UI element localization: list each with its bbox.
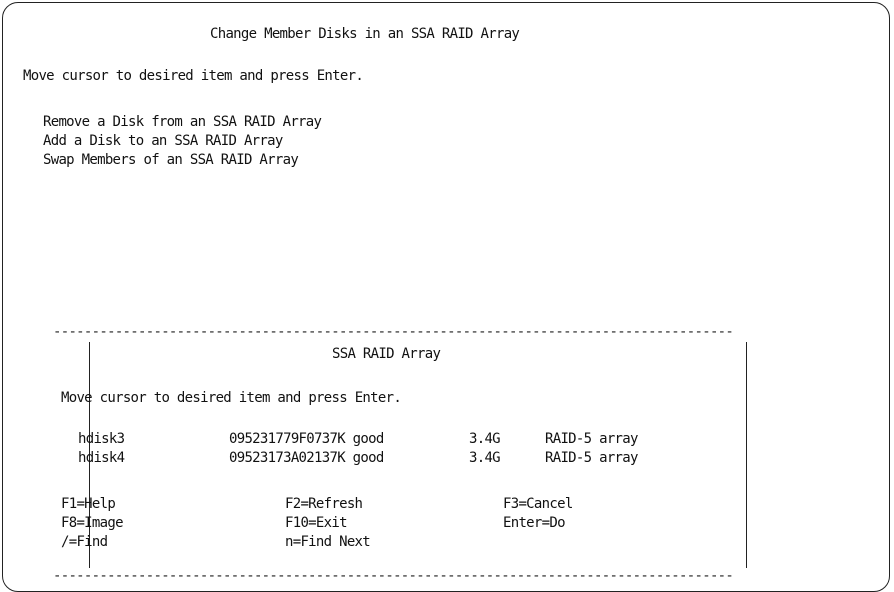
ssa-raid-array-popup: ----------------------------------------… <box>53 325 773 585</box>
disk-serial-status: 09523173A02137K good <box>229 450 384 466</box>
disk-size: 3.4G <box>469 450 501 466</box>
smit-screen: Change Member Disks in an SSA RAID Array… <box>2 2 890 592</box>
popup-bottom-border: ----------------------------------------… <box>53 568 734 584</box>
popup-title: SSA RAID Array <box>332 346 441 362</box>
popup-right-border <box>746 342 747 568</box>
enter-do-key[interactable]: Enter=Do <box>503 514 566 532</box>
menu-item-swap-members[interactable]: Swap Members of an SSA RAID Array <box>43 151 299 169</box>
find-key[interactable]: /=Find <box>61 533 108 551</box>
popup-instruction: Move cursor to desired item and press En… <box>61 390 402 406</box>
menu-item-add-disk[interactable]: Add a Disk to an SSA RAID Array <box>43 132 283 150</box>
disk-array-type: RAID-5 array <box>545 450 638 466</box>
f2-refresh-key[interactable]: F2=Refresh <box>285 495 363 513</box>
f8-image-key[interactable]: F8=Image <box>61 514 124 532</box>
screen-instruction: Move cursor to desired item and press En… <box>23 68 364 84</box>
screen-title: Change Member Disks in an SSA RAID Array <box>210 26 520 42</box>
f10-exit-key[interactable]: F10=Exit <box>285 514 348 532</box>
popup-top-border: ----------------------------------------… <box>53 324 734 340</box>
disk-array-type: RAID-5 array <box>545 431 638 447</box>
find-next-key[interactable]: n=Find Next <box>285 533 371 551</box>
menu-item-remove-disk[interactable]: Remove a Disk from an SSA RAID Array <box>43 113 322 131</box>
disk-name: hdisk3 <box>78 431 125 447</box>
disk-name: hdisk4 <box>78 450 125 466</box>
f3-cancel-key[interactable]: F3=Cancel <box>503 495 573 513</box>
f1-help-key[interactable]: F1=Help <box>61 495 116 513</box>
disk-size: 3.4G <box>469 431 501 447</box>
disk-serial-status: 095231779F0737K good <box>229 431 384 447</box>
